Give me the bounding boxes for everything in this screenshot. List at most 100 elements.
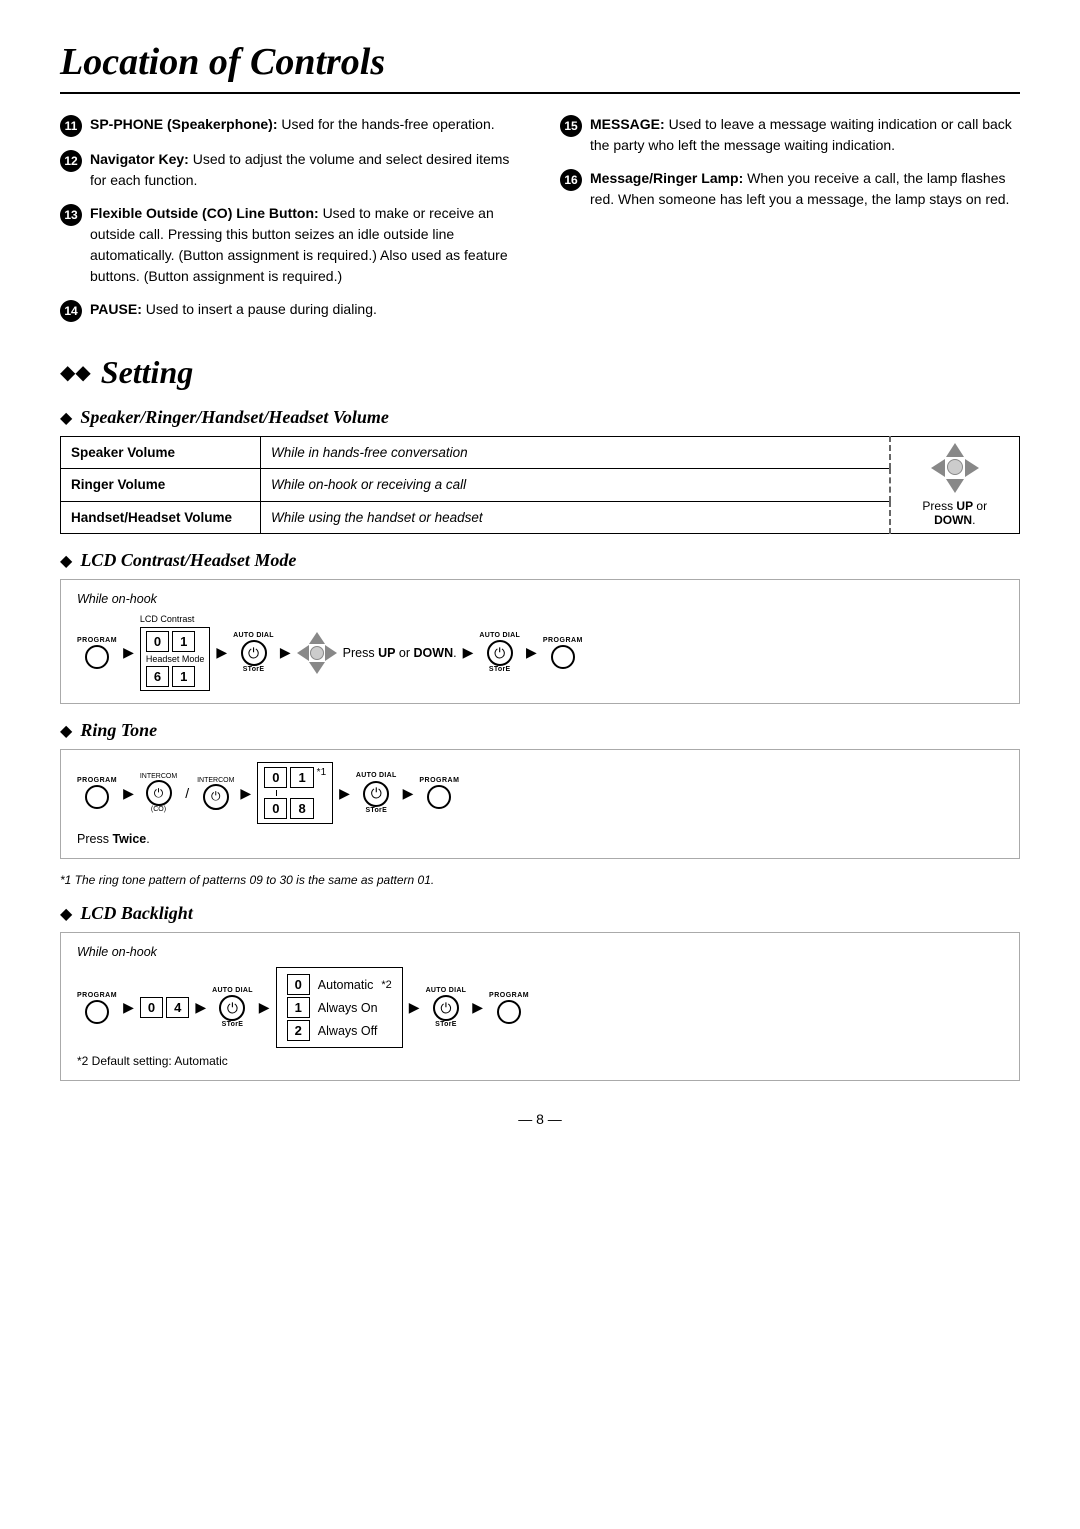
arrow-icon: ▶ [259,999,270,1016]
program-button-group: PROGRAM [77,637,117,669]
item-number: 13 [60,204,82,226]
program-label: PROGRAM [419,777,459,784]
item-label: MESSAGE: [590,116,665,132]
store-label: STorE [243,666,265,673]
arrow-icon: ▶ [526,644,537,661]
diamond-icon: ◆ [60,721,72,741]
on-hook-label: While on-hook [77,592,1003,606]
list-item: 15 MESSAGE: Used to leave a message wait… [560,114,1020,156]
key-6: 6 [146,666,169,687]
item-label: Navigator Key: [90,151,189,167]
table-cell-desc: While on-hook or receiving a call [261,469,890,501]
autodial-button-group-2: AUTO DIAL ⏻ STorE [479,632,520,673]
store-label: STorE [222,1021,244,1028]
item-label: SP-PHONE (Speakerphone): [90,116,277,132]
diamond-icon: ◆ [60,904,72,924]
arrow-icon: ▶ [123,999,134,1016]
left-column: 11 SP-PHONE (Speakerphone): Used for the… [60,114,520,334]
list-item: 16 Message/Ringer Lamp: When you receive… [560,168,1020,210]
autodial-button: ⏻ [219,995,245,1021]
option-row-always-on: 1 Always On [287,997,392,1018]
arrow-icon: ▶ [409,999,420,1016]
diamond-icon: ◆◆ [60,360,91,385]
table-cell-desc: While using the handset or headset [261,501,890,533]
lcd-backlight-diagram: While on-hook PROGRAM ▶ 0 4 ▶ AUTO DIAL … [60,932,1020,1081]
item-body: Used for the hands-free operation. [281,116,494,132]
intercom-button-group: INTERCOM ⏻ [197,777,234,810]
item-label: Flexible Outside (CO) Line Button: [90,205,319,221]
program-label-2: PROGRAM [543,637,583,644]
autodial-button: ⏻ [241,640,267,666]
backlight-key-group: 0 4 [140,997,189,1018]
program-button [85,1000,109,1024]
list-item: 14 PAUSE: Used to insert a pause during … [60,299,520,322]
table-cell-desc: While in hands-free conversation [261,437,890,469]
autodial-button: ⏻ [363,781,389,807]
backlight-options: 0 Automatic *2 1 Always On 2 Always Off [276,967,403,1048]
intercom-label: INTERCOM [197,777,234,784]
intercom-button: ⏻ [146,780,172,806]
backlight-footnote: *2 Default setting: Automatic [77,1054,1003,1068]
table-cell-label: Ringer Volume [61,469,261,501]
program-label-2: PROGRAM [489,992,529,999]
key-1: 1 [172,631,195,652]
key-0: 0 [264,767,287,788]
page-number: — 8 — [60,1111,1020,1127]
lcd-contrast-header: ◆ LCD Contrast/Headset Mode [60,550,1020,571]
diamond-icon: ◆ [60,551,72,571]
program-label: PROGRAM [77,992,117,999]
item-label: Message/Ringer Lamp: [590,170,743,186]
key-1b: 1 [172,666,195,687]
flow-diagram: PROGRAM ▶ LCD Contrast 0 1 Headset Mode … [77,614,1003,691]
arrow-icon: ▶ [472,999,483,1016]
item-label: PAUSE: [90,301,142,317]
option-always-on-label: Always On [318,1001,378,1015]
ring-key-group: 0 1 *1 0 8 [257,762,333,824]
autodial-label-2: AUTO DIAL [479,632,520,640]
item-number: 14 [60,300,82,322]
store-label-2: STorE [489,666,511,673]
autodial-button-group-2: AUTO DIAL ⏻ STorE [426,987,467,1028]
nav-key-group [297,632,337,674]
autodial-label: AUTO DIAL [356,772,397,780]
program-button-group: PROGRAM [419,777,459,809]
autodial-button-group: AUTO DIAL ⏻ STorE [356,772,397,813]
headset-mode-label: Headset Mode [146,654,205,664]
program-button-2 [497,1000,521,1024]
lcd-key-group: LCD Contrast 0 1 Headset Mode 6 1 [140,614,211,691]
lcd-contrast-label: LCD Contrast [140,614,211,624]
lcd-contrast-diagram: While on-hook PROGRAM ▶ LCD Contrast 0 1… [60,579,1020,704]
autodial-button-2: ⏻ [433,995,459,1021]
autodial-button-2: ⏻ [487,640,513,666]
arrow-icon: ▶ [240,785,251,802]
arrow-icon: ▶ [463,644,474,661]
co-label: (CO) [151,806,166,813]
key-0b: 0 [264,798,287,819]
program-button-group-2: PROGRAM [543,637,583,669]
key-4: 4 [166,997,189,1018]
lcd-contrast-title: LCD Contrast/Headset Mode [80,550,296,571]
item-body: Used to insert a pause during dialing. [146,301,377,317]
ring-tone-footnote: *1 The ring tone pattern of patterns 09 … [60,873,1020,887]
autodial-button-group: AUTO DIAL ⏻ STorE [212,987,253,1028]
item-number: 15 [560,115,582,137]
list-item: 13 Flexible Outside (CO) Line Button: Us… [60,203,520,287]
setting-title: Setting [101,354,193,391]
autodial-label: AUTO DIAL [233,632,274,640]
program-button [85,785,109,809]
arrow-icon: ▶ [216,644,227,661]
press-text: Press UP or DOWN. [343,646,457,660]
star1-label: *1 [317,767,326,778]
key-1-opt: 1 [287,997,310,1018]
item-number: 11 [60,115,82,137]
intercom-top-label: INTERCOM [140,773,177,780]
setting-section-header: ◆◆ Setting [60,354,1020,391]
store-label: STorE [365,807,387,814]
table-row: Ringer Volume While on-hook or receiving… [61,469,1020,501]
key-1: 1 [290,767,313,788]
option-always-off-label: Always Off [318,1024,378,1038]
volume-table: Speaker Volume While in hands-free conve… [60,436,1020,534]
key-2-opt: 2 [287,1020,310,1041]
on-hook-label: While on-hook [77,945,1003,959]
slash-divider: / [185,785,189,801]
